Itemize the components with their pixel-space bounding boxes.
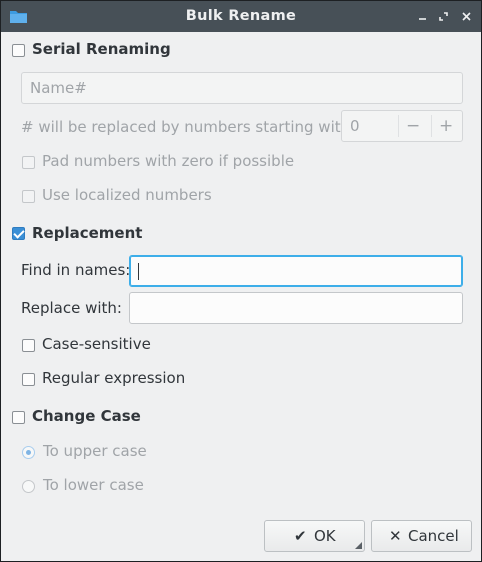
cancel-button[interactable]: ✕ Cancel: [371, 520, 472, 552]
change-case-label[interactable]: Change Case: [32, 407, 141, 425]
regular-expression-label[interactable]: Regular expression: [42, 369, 185, 387]
upper-case-radio[interactable]: [22, 446, 35, 459]
pad-zero-checkbox[interactable]: [22, 156, 35, 169]
ok-button-label: OK: [314, 527, 336, 545]
ok-button[interactable]: ✔ OK: [264, 520, 365, 552]
find-in-names-label: Find in names:: [21, 261, 131, 279]
name-pattern-input[interactable]: Name#: [21, 72, 463, 104]
replace-with-input[interactable]: [129, 292, 463, 324]
bulk-rename-dialog: Bulk Rename Serial Renaming Name# # will…: [0, 0, 482, 562]
replacement-checkbox[interactable]: [12, 227, 25, 240]
pad-zero-label: Pad numbers with zero if possible: [42, 152, 295, 170]
start-number-spinbox[interactable]: 0 − +: [341, 110, 463, 142]
localized-numbers-checkbox[interactable]: [22, 190, 35, 203]
maximize-icon[interactable]: [436, 9, 451, 24]
replacement-label[interactable]: Replacement: [32, 224, 142, 242]
start-number-value: 0: [350, 117, 360, 135]
cancel-button-label: Cancel: [408, 527, 459, 545]
upper-case-label: To upper case: [43, 442, 147, 460]
x-icon: ✕: [389, 527, 402, 545]
increment-icon[interactable]: +: [439, 115, 453, 137]
text-caret: [138, 263, 139, 280]
regular-expression-checkbox[interactable]: [22, 373, 35, 386]
spinbox-divider: [431, 115, 432, 137]
checkmark-icon: ✔: [294, 527, 307, 545]
start-number-label: # will be replaced by numbers starting w…: [21, 118, 356, 136]
replace-with-label: Replace with:: [21, 299, 122, 317]
localized-numbers-label: Use localized numbers: [42, 186, 212, 204]
decrement-icon[interactable]: −: [406, 115, 420, 137]
lower-case-label: To lower case: [43, 476, 144, 494]
serial-renaming-label[interactable]: Serial Renaming: [32, 40, 171, 58]
spinbox-divider: [398, 115, 399, 137]
case-sensitive-label[interactable]: Case-sensitive: [42, 335, 151, 353]
name-pattern-placeholder: Name#: [30, 79, 87, 97]
lower-case-radio[interactable]: [22, 480, 35, 493]
title-bar[interactable]: Bulk Rename: [1, 1, 481, 32]
window-title: Bulk Rename: [185, 8, 297, 24]
dialog-content: Serial Renaming Name# # will be replaced…: [1, 32, 481, 561]
change-case-checkbox[interactable]: [12, 411, 25, 424]
case-sensitive-checkbox[interactable]: [22, 339, 35, 352]
resize-grip-icon: [355, 542, 362, 549]
minimize-icon[interactable]: [415, 9, 430, 24]
find-in-names-input[interactable]: [129, 255, 463, 287]
serial-renaming-checkbox[interactable]: [12, 44, 25, 57]
close-icon[interactable]: [459, 9, 474, 24]
